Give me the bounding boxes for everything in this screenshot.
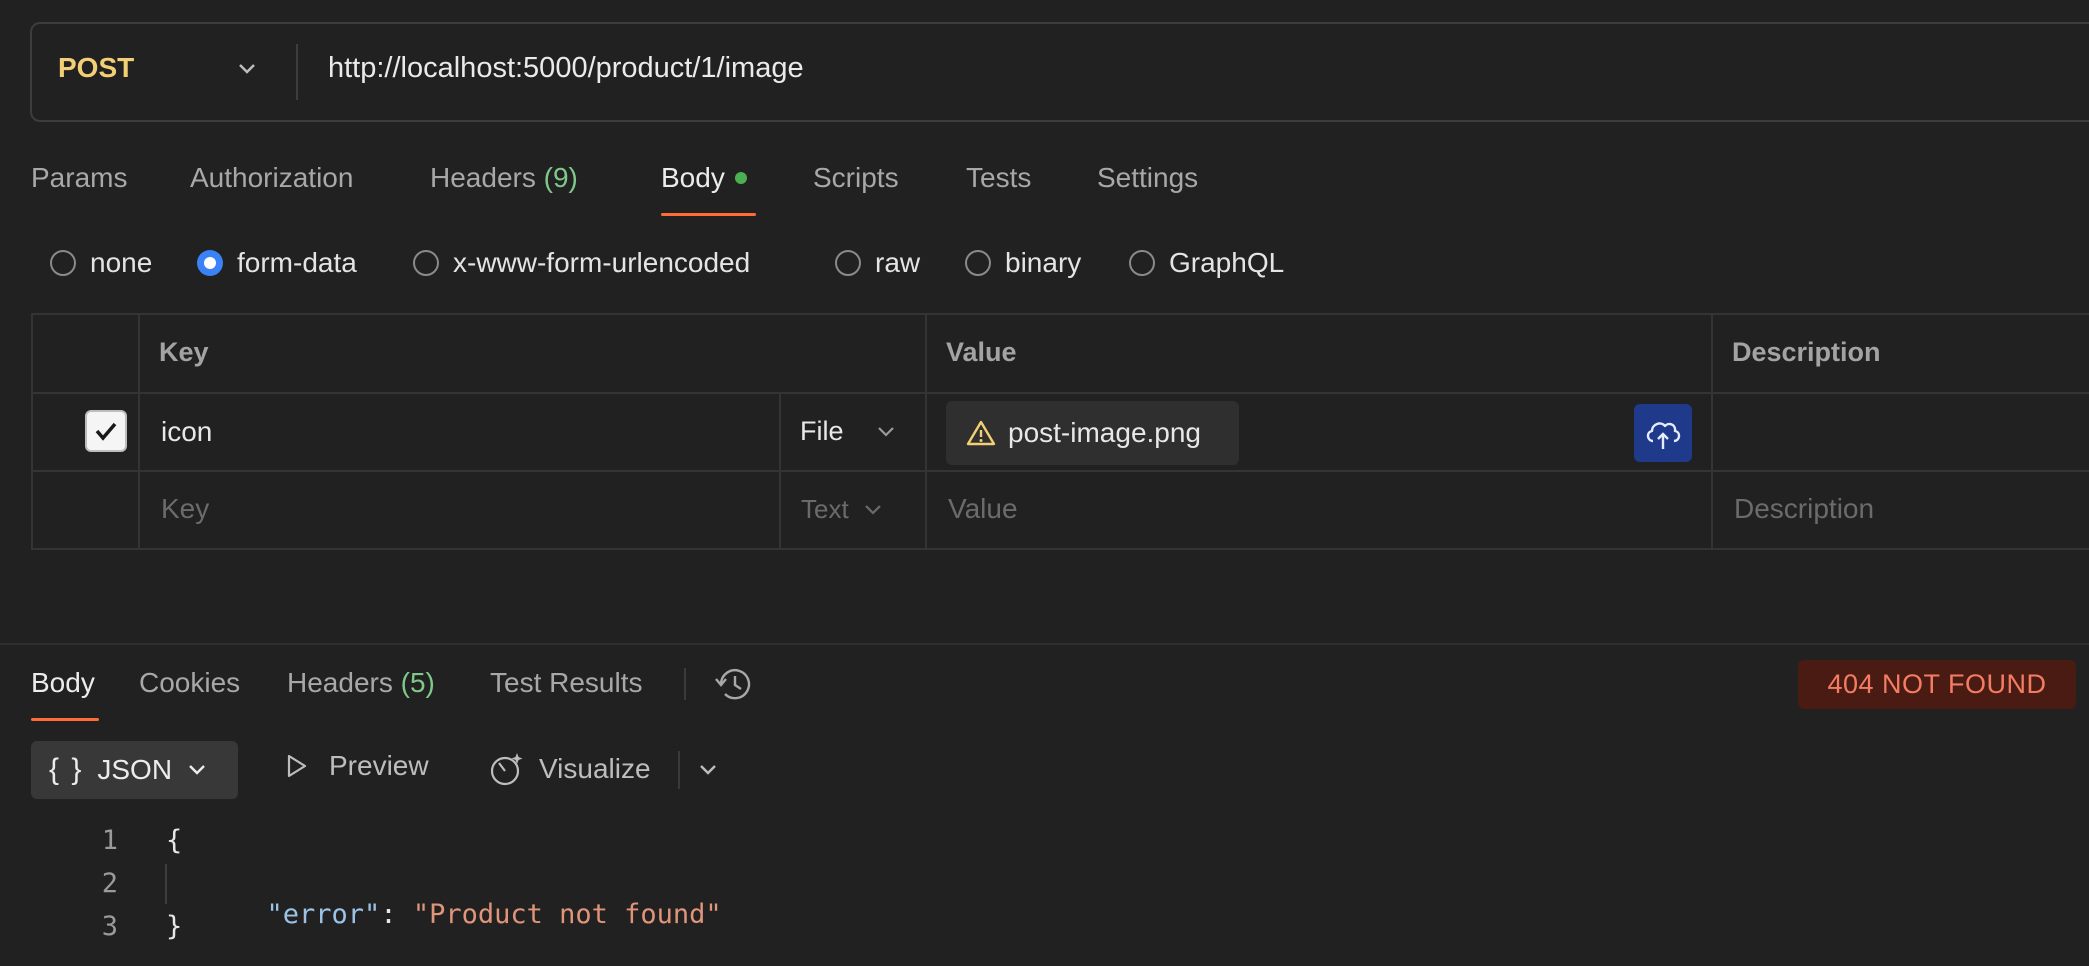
table-divider [779,392,781,550]
table-divider [925,313,927,550]
radio-binary[interactable]: binary [965,247,1081,279]
radio-raw-label: raw [875,247,921,278]
url-divider [296,44,298,100]
tab-params[interactable]: Params [31,162,127,194]
new-type-select[interactable]: Text [801,494,887,525]
response-tab-test-results[interactable]: Test Results [490,667,643,699]
radio-circle-icon[interactable] [835,250,861,276]
toolbar-separator [678,751,680,789]
tab-scripts[interactable]: Scripts [813,162,899,194]
format-select[interactable]: { } JSON [31,741,238,799]
visualize-button[interactable]: Visualize [487,750,651,788]
status-badge: 404 NOT FOUND [1798,660,2076,709]
new-value-input[interactable]: Value [948,493,1018,525]
tab-authorization[interactable]: Authorization [190,162,353,194]
table-divider [31,392,2089,394]
radio-raw[interactable]: raw [835,247,920,279]
table-divider [1711,313,1713,550]
visualize-icon [490,753,523,786]
chevron-down-icon[interactable] [694,756,722,784]
tab-body[interactable]: Body [661,162,747,194]
chevron-down-icon[interactable] [232,54,262,84]
radio-circle-icon[interactable] [965,250,991,276]
json-value: "Product not found" [412,899,722,930]
tab-separator [684,668,686,700]
radio-circle-icon[interactable] [413,250,439,276]
response-divider [0,643,2089,645]
chevron-down-icon [189,765,205,775]
column-header-description: Description [1732,337,1881,367]
file-chip[interactable]: post-image.png [946,401,1239,465]
braces-icon: { } [49,753,84,786]
radio-form-data[interactable]: form-data [197,247,357,279]
modified-dot-icon [734,171,747,184]
chevron-down-icon [877,426,894,437]
upload-file-button[interactable] [1634,404,1692,462]
new-key-input[interactable]: Key [161,493,209,525]
tab-tests[interactable]: Tests [966,162,1031,194]
code-line-error: "error": "Product not found" [234,868,722,930]
code-close-brace: } [166,911,183,942]
tab-body-label: Body [661,162,725,193]
row-key-input[interactable]: icon [161,416,212,448]
url-bar: POST http://localhost:5000/product/1/ima… [30,22,2089,122]
warning-icon [966,420,996,446]
visualize-label: Visualize [539,753,651,784]
play-icon [287,754,307,778]
chevron-down-icon [864,504,881,515]
response-tab-cookies[interactable]: Cookies [139,667,240,699]
radio-circle-icon[interactable] [50,250,76,276]
response-tab-body[interactable]: Body [31,667,95,699]
row-enabled-checkbox[interactable] [85,410,127,452]
radio-urlencoded-label: x-www-form-urlencoded [453,247,751,278]
row-type-label: File [800,416,844,446]
table-divider [31,470,2089,472]
response-tab-headers[interactable]: Headers (5) [287,667,435,699]
radio-circle-icon[interactable] [1129,250,1155,276]
active-tab-indicator [661,213,756,216]
radio-form-data-label: form-data [237,247,357,278]
json-key: "error" [266,899,381,930]
radio-none-label: none [90,247,153,278]
radio-none[interactable]: none [50,247,152,279]
tab-headers[interactable]: Headers (9) [430,162,578,194]
format-label: JSON [97,754,173,785]
table-divider [138,313,140,550]
tab-headers-label: Headers [430,162,536,193]
checkmark-icon [95,422,117,441]
column-header-key: Key [159,337,209,367]
tab-settings[interactable]: Settings [1097,162,1198,194]
radio-checked-icon[interactable] [197,250,223,276]
column-header-value: Value [946,337,1017,367]
line-number: 3 [101,911,118,942]
indent-guide [165,864,167,904]
line-number: 1 [101,825,118,856]
json-colon: : [380,899,413,930]
code-open-brace: { [166,825,183,856]
line-number: 2 [101,868,118,899]
preview-button[interactable]: Preview [281,750,429,782]
preview-label: Preview [329,750,429,781]
history-icon[interactable] [713,664,755,704]
response-tab-headers-count: (5) [400,667,435,698]
tab-headers-count: (9) [543,162,578,193]
radio-graphql-label: GraphQL [1169,247,1285,278]
response-tab-headers-label: Headers [287,667,393,698]
new-type-label: Text [801,494,849,524]
method-select[interactable]: POST [58,52,134,84]
radio-urlencoded[interactable]: x-www-form-urlencoded [413,247,750,279]
url-input[interactable]: http://localhost:5000/product/1/image [328,52,804,85]
row-type-select[interactable]: File [800,416,900,447]
active-tab-indicator [31,718,99,721]
new-description-input[interactable]: Description [1734,493,1874,525]
radio-binary-label: binary [1005,247,1082,278]
file-name: post-image.png [1008,417,1202,448]
radio-graphql[interactable]: GraphQL [1129,247,1284,279]
cloud-upload-icon [1646,422,1681,449]
